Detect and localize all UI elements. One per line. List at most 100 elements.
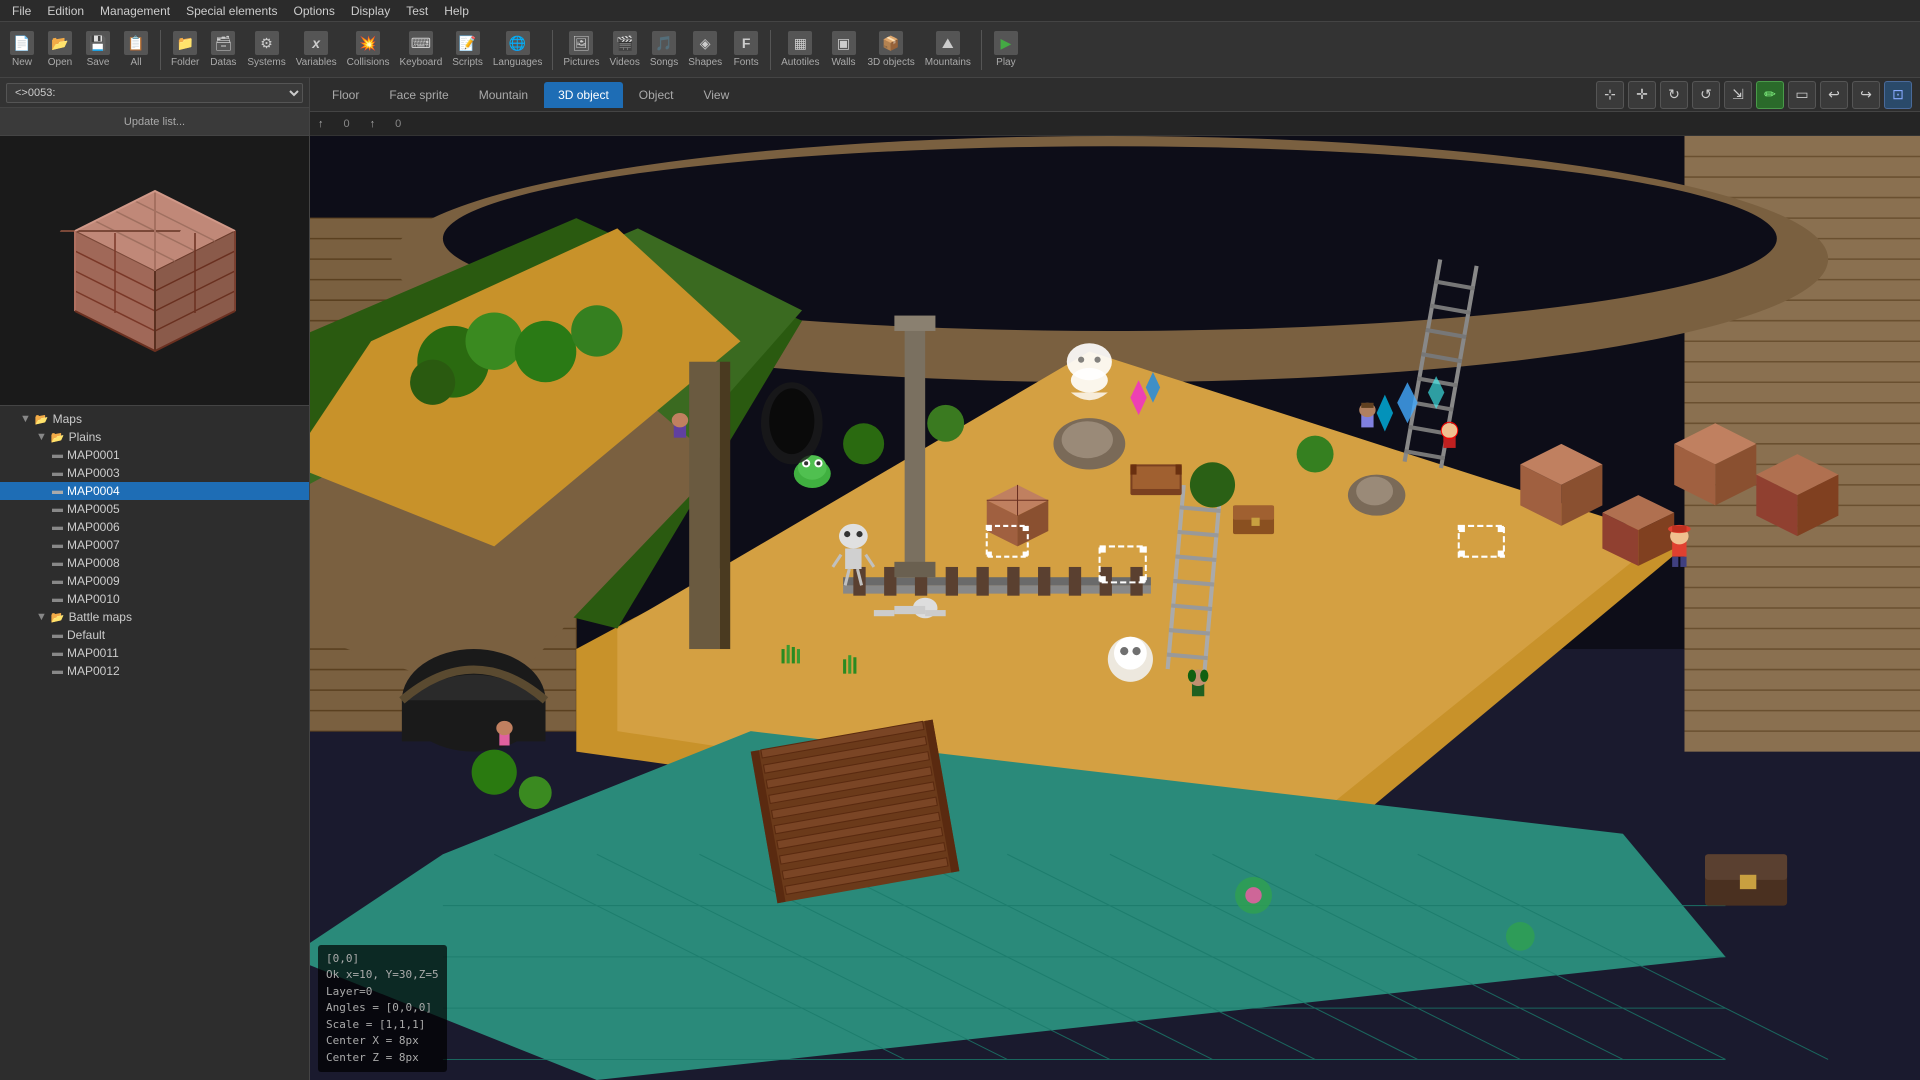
map-preview: [0, 136, 309, 406]
languages-icon: 🌐: [506, 31, 530, 55]
tree-map0007[interactable]: ▬ MAP0007: [0, 536, 309, 554]
toolbar-datas[interactable]: 🗃 Datas: [205, 29, 241, 70]
tree-map0010-label: MAP0010: [67, 592, 120, 606]
toolbar-pictures[interactable]: 🖼 Pictures: [559, 29, 603, 70]
cursor-tool-button[interactable]: ⊹: [1596, 81, 1624, 109]
toolbar-songs-label: Songs: [650, 57, 678, 68]
toolbar-mountains[interactable]: ⛰ Mountains: [921, 29, 975, 70]
toolbar-systems[interactable]: ⚙ Systems: [243, 29, 289, 70]
toolbar-autotiles-label: Autotiles: [781, 57, 819, 68]
toolbar-collisions[interactable]: 💥 Collisions: [343, 29, 394, 70]
tree-map0009[interactable]: ▬ MAP0009: [0, 572, 309, 590]
map0006-icon: ▬: [52, 521, 63, 533]
toolbar-fonts[interactable]: F Fonts: [728, 29, 764, 70]
toolbar-shapes[interactable]: ◈ Shapes: [684, 29, 726, 70]
tree-default[interactable]: ▬ Default: [0, 626, 309, 644]
toolbar-scripts[interactable]: 📝 Scripts: [448, 29, 487, 70]
tree-battle-maps-folder[interactable]: ▼ 📂 Battle maps: [0, 608, 309, 626]
tree-map0005[interactable]: ▬ MAP0005: [0, 500, 309, 518]
toolbar-new[interactable]: 📄 New: [4, 29, 40, 70]
toolbar-save-label: Save: [87, 57, 110, 68]
toolbar-languages[interactable]: 🌐 Languages: [489, 29, 547, 70]
toolbar-keyboard[interactable]: ⌨ Keyboard: [395, 29, 446, 70]
toolbar-all[interactable]: 📋 All: [118, 29, 154, 70]
menu-special-elements[interactable]: Special elements: [178, 2, 285, 20]
menu-edition[interactable]: Edition: [39, 2, 92, 20]
undo-button[interactable]: ↩: [1820, 81, 1848, 109]
plains-folder-icon: 📂: [51, 431, 65, 444]
tree-view: ▼ 📂 Maps ▼ 📂 Plains ▬ MAP0001: [0, 406, 309, 1080]
fonts-icon: F: [734, 31, 758, 55]
toolbar-walls[interactable]: ▣ Walls: [826, 29, 862, 70]
tree-map0011[interactable]: ▬ MAP0011: [0, 644, 309, 662]
tab-floor[interactable]: Floor: [318, 82, 373, 108]
map0003-icon: ▬: [52, 467, 63, 479]
tree-map0010[interactable]: ▬ MAP0010: [0, 590, 309, 608]
toolbar-save[interactable]: 💾 Save: [80, 29, 116, 70]
menu-display[interactable]: Display: [343, 2, 398, 20]
update-list-button[interactable]: Update list...: [0, 108, 309, 136]
coord-arrow-1: ↑: [318, 118, 324, 130]
tree-map0006[interactable]: ▬ MAP0006: [0, 518, 309, 536]
eraser-button[interactable]: ⊡: [1884, 81, 1912, 109]
redo-button[interactable]: ↪: [1852, 81, 1880, 109]
tree-plains-folder[interactable]: ▼ 📂 Plains: [0, 428, 309, 446]
toolbar-autotiles[interactable]: ▦ Autotiles: [777, 29, 823, 70]
tab-object[interactable]: Object: [625, 82, 688, 108]
coord-arrow-2: ↑: [370, 118, 376, 130]
toolbar-open[interactable]: 📂 Open: [42, 29, 78, 70]
tab-view[interactable]: View: [689, 82, 743, 108]
toolbar-songs[interactable]: 🎵 Songs: [646, 29, 682, 70]
variables-icon: x: [304, 31, 328, 55]
scale-button[interactable]: ⇲: [1724, 81, 1752, 109]
paint-button[interactable]: ✏: [1756, 81, 1784, 109]
tree-map0003-label: MAP0003: [67, 466, 120, 480]
menu-help[interactable]: Help: [436, 2, 477, 20]
toolbar-separator-1: [160, 30, 161, 70]
folder-open-icon: 📂: [35, 413, 49, 426]
coord-y: 0: [395, 118, 401, 130]
folder-icon: 📁: [173, 31, 197, 55]
info-line-4: Angles = [0,0,0]: [326, 1000, 439, 1017]
toolbar-3dobjects[interactable]: 📦 3D objects: [864, 29, 919, 70]
rect-button[interactable]: ▭: [1788, 81, 1816, 109]
map0009-icon: ▬: [52, 575, 63, 587]
tab-face-sprite[interactable]: Face sprite: [375, 82, 462, 108]
tree-map0008[interactable]: ▬ MAP0008: [0, 554, 309, 572]
tree-map0001[interactable]: ▬ MAP0001: [0, 446, 309, 464]
toolbar-videos[interactable]: 🎬 Videos: [605, 29, 643, 70]
menu-test[interactable]: Test: [398, 2, 436, 20]
tree-maps-root[interactable]: ▼ 📂 Maps: [0, 410, 309, 428]
toolbar-walls-label: Walls: [831, 57, 855, 68]
toolbar-languages-label: Languages: [493, 57, 543, 68]
rotate-cw-button[interactable]: ↻: [1660, 81, 1688, 109]
map-selector-bar: <>0053:: [0, 78, 309, 108]
map-selector-dropdown[interactable]: <>0053:: [6, 83, 303, 103]
tree-map0003[interactable]: ▬ MAP0003: [0, 464, 309, 482]
view-tools: ⊹ ✛ ↻ ↺ ⇲ ✏ ▭ ↩ ↪ ⊡: [1596, 81, 1912, 109]
menu-file[interactable]: File: [4, 2, 39, 20]
toolbar-folder[interactable]: 📁 Folder: [167, 29, 203, 70]
toolbar-separator-3: [770, 30, 771, 70]
tree-map0004[interactable]: ▬ MAP0004: [0, 482, 309, 500]
menu-options[interactable]: Options: [285, 2, 342, 20]
walls-icon: ▣: [832, 31, 856, 55]
collisions-icon: 💥: [356, 31, 380, 55]
toolbar-open-label: Open: [48, 57, 72, 68]
tree-map0012[interactable]: ▬ MAP0012: [0, 662, 309, 680]
toolbar-play[interactable]: ▶ Play: [988, 29, 1024, 70]
toolbar-variables[interactable]: x Variables: [292, 29, 341, 70]
map-scene-svg: [310, 136, 1920, 1080]
toolbar-all-label: All: [130, 57, 141, 68]
tab-3d-object[interactable]: 3D object: [544, 82, 623, 108]
mountains-icon: ⛰: [936, 31, 960, 55]
rotate-ccw-button[interactable]: ↺: [1692, 81, 1720, 109]
tree-map0005-label: MAP0005: [67, 502, 120, 516]
tree-map0008-label: MAP0008: [67, 556, 120, 570]
move-tool-button[interactable]: ✛: [1628, 81, 1656, 109]
map-viewport[interactable]: [0,0] Ok x=10, Y=30,Z=5 Layer=0 Angles =…: [310, 136, 1920, 1080]
tree-map0001-label: MAP0001: [67, 448, 120, 462]
tab-mountain[interactable]: Mountain: [465, 82, 542, 108]
menu-management[interactable]: Management: [92, 2, 178, 20]
map0004-icon: ▬: [52, 485, 63, 497]
